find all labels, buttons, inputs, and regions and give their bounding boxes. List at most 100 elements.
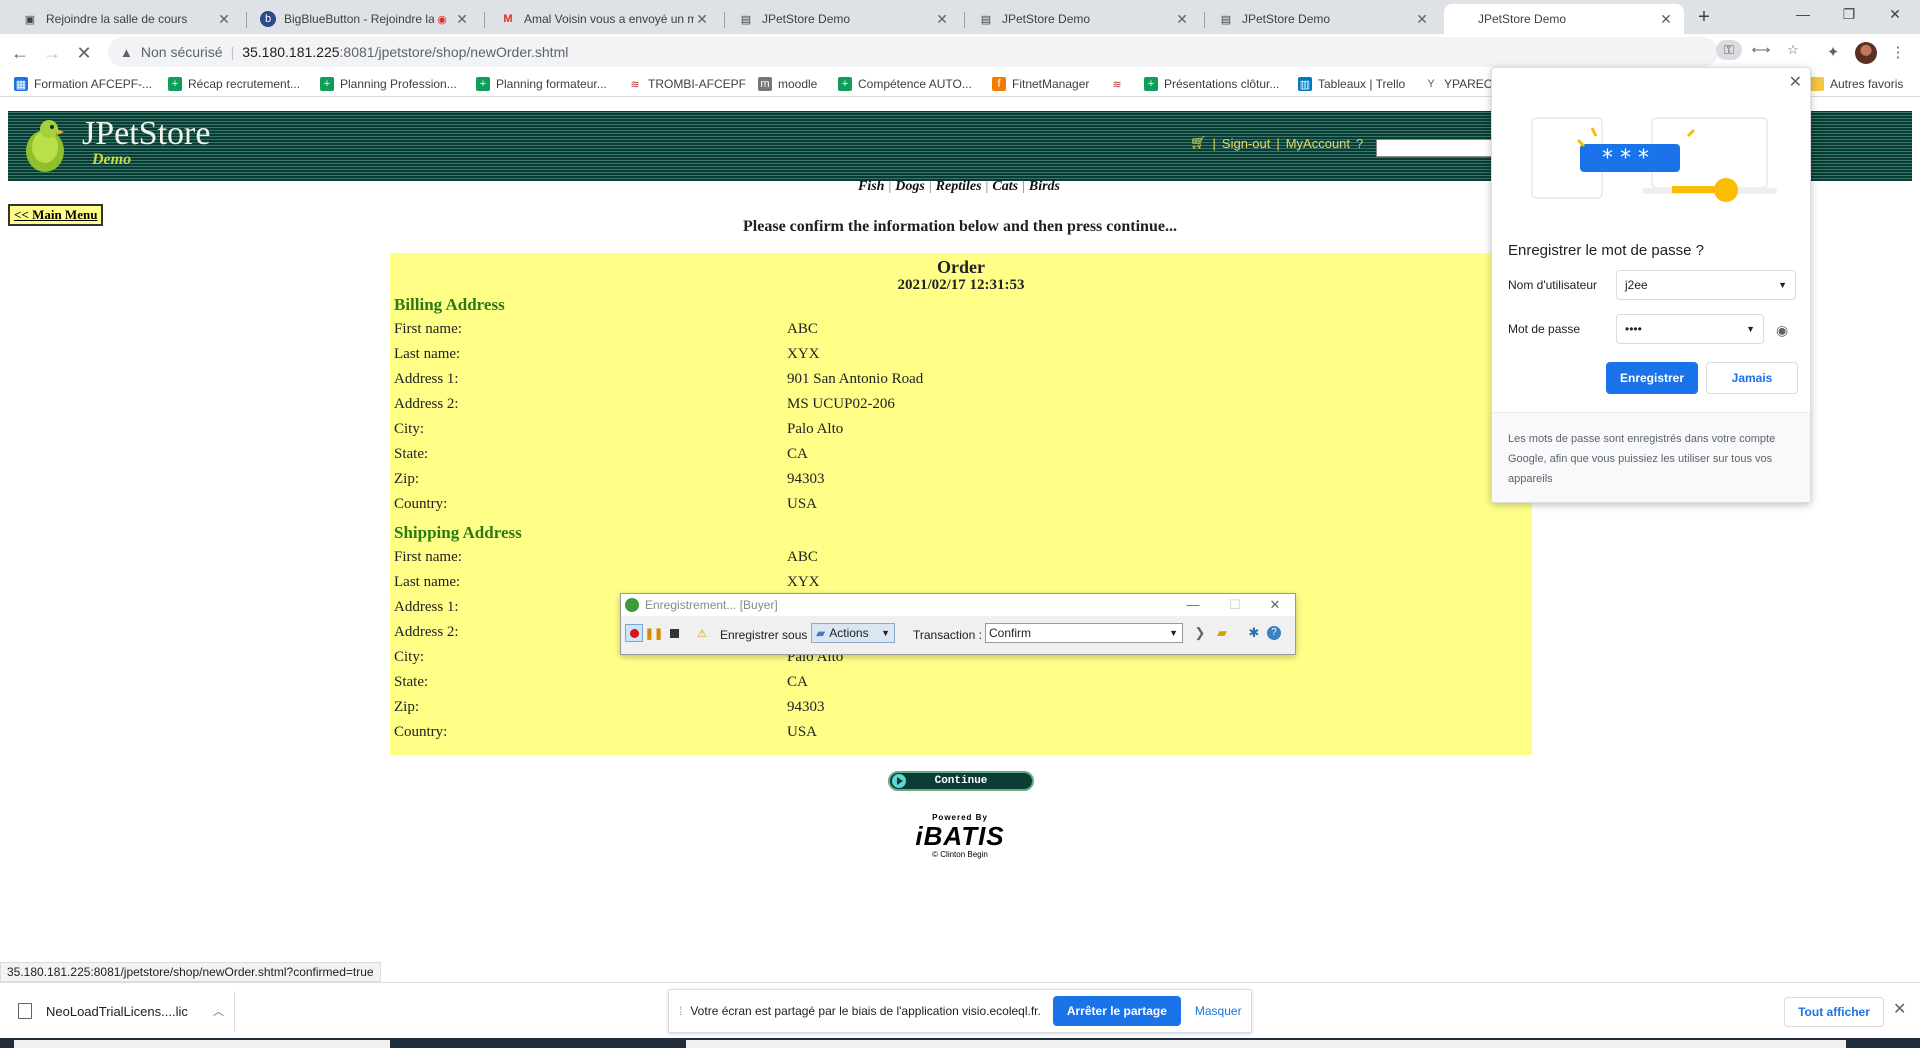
tab-gmail[interactable]: M Amal Voisin vous a envoyé un me ✕ <box>490 4 720 34</box>
bookmark-fitnet[interactable]: f FitnetManager <box>992 75 1089 93</box>
bookmark-label: Formation AFCEPF-... <box>34 77 153 91</box>
bookmark-competence[interactable]: + Compétence AUTO... <box>838 75 972 93</box>
extensions-icon[interactable]: ✦ <box>1819 39 1847 67</box>
trello-icon: ▥ <box>1298 77 1312 91</box>
menu-icon[interactable]: ⋮ <box>1884 39 1912 67</box>
profile-avatar[interactable] <box>1855 42 1877 64</box>
chevron-down-icon[interactable]: ▼ <box>1169 624 1178 642</box>
parrot-logo-icon[interactable] <box>22 117 68 173</box>
bookmark-label: YPAREO <box>1444 77 1494 91</box>
sheets-icon: + <box>320 77 334 91</box>
pause-icon[interactable]: ❚❚ <box>645 624 663 642</box>
category-dogs-link[interactable]: Dogs <box>895 179 925 195</box>
cart-icon[interactable]: 🛒︎ <box>1190 135 1207 151</box>
bookmark-presentations[interactable]: + Présentations clôtur... <box>1144 75 1279 93</box>
chevron-up-icon[interactable]: ︿ <box>213 1003 224 1019</box>
trombi-icon: ≋ <box>630 78 640 91</box>
stop-sharing-button[interactable]: Arrêter le partage <box>1052 996 1181 1026</box>
address-bar[interactable]: ▲ Non sécurisé | 35.180.181.225 :8081/jp… <box>108 37 1718 67</box>
never-button[interactable]: Jamais <box>1706 362 1798 394</box>
bookmark-trombi-2[interactable]: ≋ <box>1110 75 1130 93</box>
star-icon[interactable]: ☆ <box>1780 40 1806 60</box>
bookmark-trello[interactable]: ▥ Tableaux | Trello <box>1298 75 1405 93</box>
bookmark-moodle[interactable]: m moodle <box>758 75 817 93</box>
tab-jpetstore-active[interactable]: JPetStore Demo ✕ <box>1444 4 1684 34</box>
next-transaction-icon[interactable]: ❯ <box>1191 624 1209 642</box>
bookmark-other-folder[interactable]: Autres favoris <box>1810 75 1903 93</box>
category-fish-link[interactable]: Fish <box>858 179 884 195</box>
translate-icon[interactable]: ⟷ <box>1748 40 1774 60</box>
tab-rejoindre-salle[interactable]: ▣ Rejoindre la salle de cours ✕ <box>12 4 242 34</box>
warning-icon[interactable]: ⚠ <box>693 624 711 642</box>
record-icon[interactable] <box>625 624 643 642</box>
forward-button[interactable]: → <box>38 39 66 67</box>
category-birds-link[interactable]: Birds <box>1029 179 1060 195</box>
show-all-button[interactable]: Tout afficher <box>1784 997 1884 1027</box>
field-label: Address 2: <box>394 396 459 412</box>
billing-heading: Billing Address <box>394 295 505 314</box>
tab-close-icon[interactable]: ✕ <box>454 11 470 28</box>
separator: | <box>888 179 892 194</box>
tab-close-icon[interactable]: ✕ <box>1414 11 1430 28</box>
tab-jpetstore-1[interactable]: ▤ JPetStore Demo ✕ <box>728 4 960 34</box>
recorder-maximize-button[interactable]: ☐ <box>1215 594 1255 616</box>
recorder-close-button[interactable]: ✕ <box>1255 594 1295 616</box>
folder-open-icon[interactable]: ▰ <box>1213 624 1231 642</box>
bookmark-label: FitnetManager <box>1012 77 1090 91</box>
help-icon[interactable]: ? <box>1267 626 1281 640</box>
drag-handle-icon[interactable]: ⁞ <box>679 1004 682 1018</box>
new-tab-button[interactable]: + <box>1692 5 1716 29</box>
sign-out-link[interactable]: Sign-out <box>1222 136 1270 151</box>
tab-close-icon[interactable]: ✕ <box>934 11 950 28</box>
recording-title-bar[interactable]: Enregistrement... [Buyer] — ☐ ✕ <box>621 594 1295 616</box>
password-field[interactable]: •••• ▼ <box>1616 314 1764 344</box>
tab-bigbluebutton[interactable]: b BigBlueButton - Rejoindre la ◉ ✕ <box>250 4 480 34</box>
bookmark-planning-profession[interactable]: + Planning Profession... <box>320 75 457 93</box>
minimize-button[interactable]: — <box>1780 0 1826 30</box>
close-window-button[interactable]: ✕ <box>1872 0 1918 30</box>
username-field[interactable]: j2ee ▼ <box>1616 270 1796 300</box>
url-path: :8081/jpetstore/shop/newOrder.shtml <box>339 44 569 60</box>
eye-icon[interactable]: ◉ <box>1776 322 1788 339</box>
tab-jpetstore-3[interactable]: ▤ JPetStore Demo ✕ <box>1208 4 1440 34</box>
tab-close-icon[interactable]: ✕ <box>216 11 232 28</box>
tab-close-icon[interactable]: ✕ <box>694 11 710 28</box>
chevron-down-icon[interactable]: ▼ <box>1778 271 1787 299</box>
stop-loading-button[interactable]: ✕ <box>70 39 98 67</box>
bookmark-trombi[interactable]: ≋ TROMBI-AFCEPF <box>628 75 746 93</box>
my-account-link[interactable]: MyAccount <box>1286 136 1350 151</box>
taskbar-item[interactable] <box>686 1040 1846 1048</box>
container-select[interactable]: ▰ Actions ▼ <box>811 623 895 643</box>
billing-row: Address 1: 901 San Antonio Road <box>394 371 1524 391</box>
key-icon[interactable]: ⚿ <box>1716 40 1742 60</box>
tab-close-icon[interactable]: ✕ <box>1174 11 1190 28</box>
hide-button[interactable]: Masquer <box>1195 1004 1242 1018</box>
search-input[interactable] <box>1376 139 1496 157</box>
billing-row: Zip: 94303 <box>394 471 1524 491</box>
back-button[interactable]: ← <box>6 39 34 67</box>
continue-button[interactable]: Continue <box>888 771 1034 791</box>
bookmark-ypareo[interactable]: Y YPAREO <box>1424 75 1493 93</box>
field-value: 901 San Antonio Road <box>787 371 924 387</box>
fit-icon[interactable]: ✱ <box>1245 624 1263 642</box>
help-icon[interactable]: ? <box>1356 136 1363 151</box>
save-password-button[interactable]: Enregistrer <box>1606 362 1698 394</box>
field-value: XYX <box>787 574 820 590</box>
taskbar-item[interactable] <box>14 1040 390 1048</box>
transaction-input[interactable]: Confirm ▼ <box>985 623 1183 643</box>
stop-icon[interactable] <box>665 624 683 642</box>
download-item[interactable]: NeoLoadTrialLicens....lic ︿ <box>18 997 224 1025</box>
chevron-down-icon[interactable]: ▼ <box>1746 315 1755 343</box>
tab-close-icon[interactable]: ✕ <box>1658 11 1674 28</box>
brand-name[interactable]: JPetStore <box>82 115 210 153</box>
close-icon[interactable]: ✕ <box>1893 999 1906 1019</box>
shipping-row: First name: ABC <box>394 549 1524 569</box>
category-cats-link[interactable]: Cats <box>992 179 1018 195</box>
bookmark-formation[interactable]: ▦ Formation AFCEPF-... <box>14 75 152 93</box>
restore-button[interactable]: ❐ <box>1826 0 1872 30</box>
tab-jpetstore-2[interactable]: ▤ JPetStore Demo ✕ <box>968 4 1200 34</box>
bookmark-planning-formateur[interactable]: + Planning formateur... <box>476 75 607 93</box>
recorder-minimize-button[interactable]: — <box>1173 594 1213 616</box>
category-reptiles-link[interactable]: Reptiles <box>936 179 982 195</box>
bookmark-recap[interactable]: + Récap recrutement... <box>168 75 300 93</box>
